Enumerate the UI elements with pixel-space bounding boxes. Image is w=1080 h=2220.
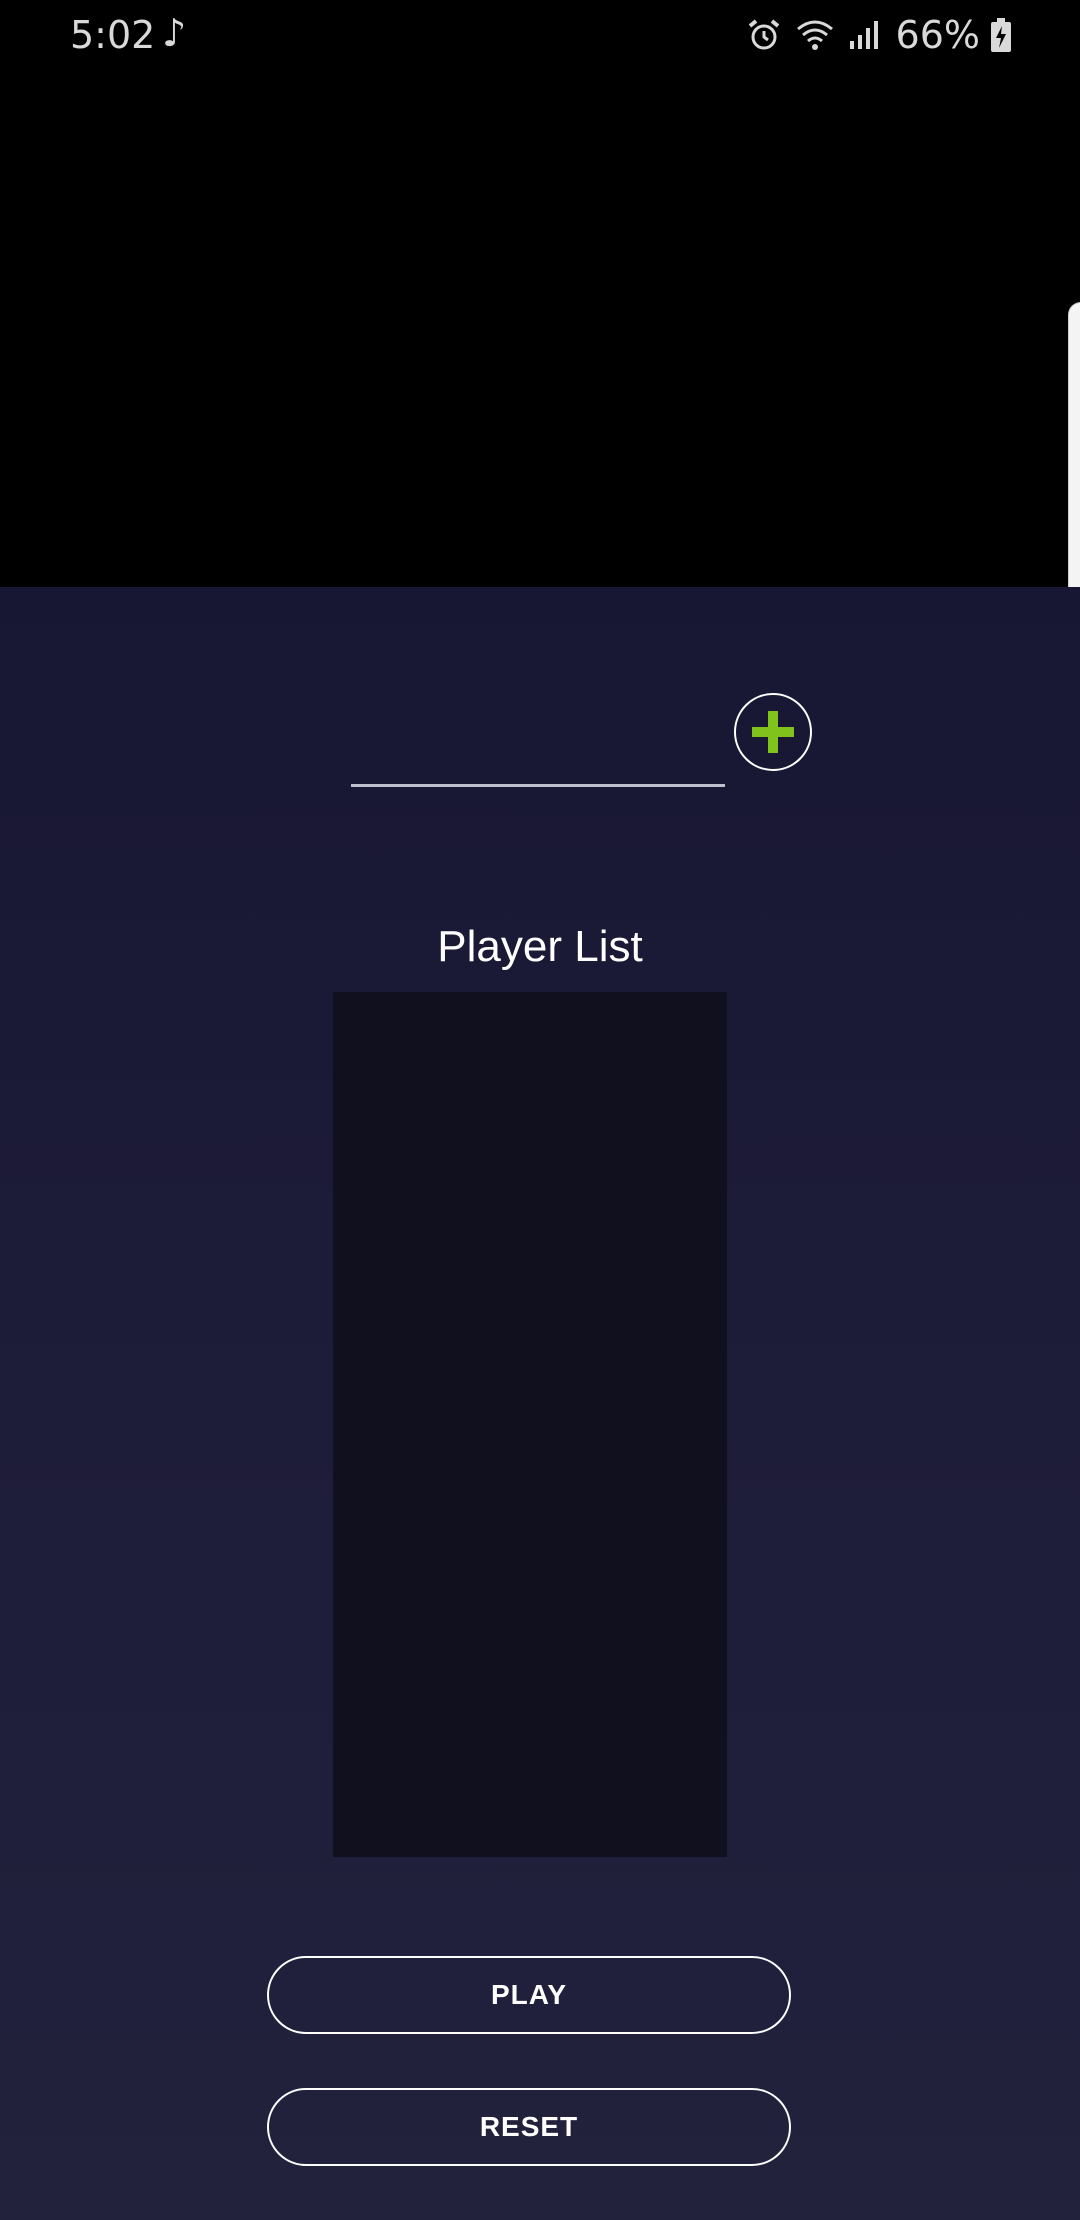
player-name-input[interactable] (351, 697, 725, 787)
status-icons: 66% (746, 10, 1012, 60)
signal-icon (849, 21, 878, 49)
wifi-icon (796, 20, 833, 50)
reset-button[interactable]: RESET (267, 2088, 791, 2166)
player-list-title: Player List (437, 922, 643, 971)
battery-charging-icon (991, 18, 1011, 52)
battery-percent: 66% (895, 13, 980, 57)
status-bar: 5:02 ♪ 66% (0, 0, 1080, 70)
video-area (0, 0, 1080, 587)
player-list[interactable] (333, 992, 727, 1857)
plus-icon (752, 711, 794, 753)
status-time: 5:02 (70, 13, 156, 57)
alarm-icon (748, 19, 779, 50)
add-player-button[interactable] (734, 693, 812, 771)
app-content: Player List PLAY RESET (0, 587, 1080, 2220)
music-note-icon: ♪ (162, 11, 187, 55)
play-button[interactable]: PLAY (267, 1956, 791, 2034)
